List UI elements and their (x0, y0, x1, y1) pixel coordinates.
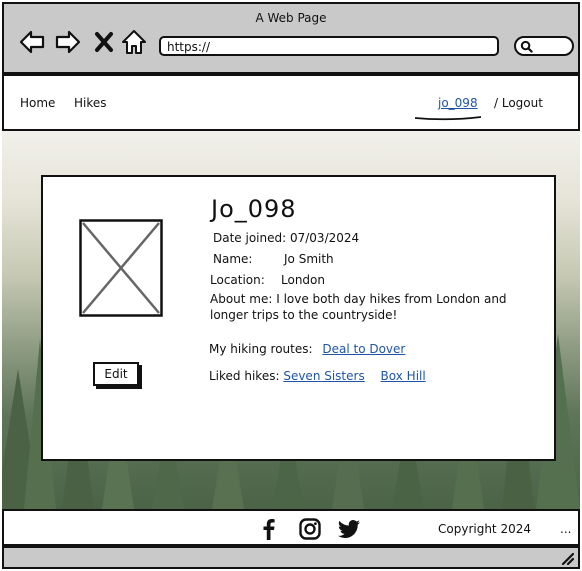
date-joined-label: Date joined: (213, 231, 287, 245)
nav-home-link[interactable]: Home (20, 96, 55, 110)
window-title: A Web Page (255, 11, 327, 25)
active-underline (414, 116, 482, 121)
profile-image-placeholder (79, 219, 163, 317)
facebook-icon[interactable] (257, 517, 281, 541)
site-footer: Copyright 2024 ... (2, 509, 580, 546)
liked-hikes-row: Liked hikes: Seven Sisters Box Hill (209, 369, 426, 383)
footer-more: ... (560, 522, 572, 536)
routes-row: My hiking routes: Deal to Dover (209, 342, 405, 356)
name-value: Jo Smith (284, 252, 334, 266)
name-row: Name: Jo Smith (213, 252, 334, 266)
search-box[interactable] (514, 36, 574, 56)
location-row: Location: London (210, 273, 325, 287)
date-joined-row: Date joined: 07/03/2024 (213, 231, 359, 245)
twitter-icon[interactable] (337, 517, 361, 541)
about-line-1: About me: I love both day hikes from Lon… (210, 292, 507, 306)
profile-username: Jo_098 (211, 195, 297, 223)
location-value: London (281, 273, 325, 287)
location-label: Location: (210, 273, 265, 287)
liked-hike-link[interactable]: Seven Sisters (283, 369, 364, 383)
nav-logout-link[interactable]: / Logout (494, 96, 543, 110)
address-bar[interactable]: https:// (159, 36, 499, 56)
name-label: Name: (213, 252, 253, 266)
close-x-icon[interactable] (90, 28, 118, 56)
site-header: Home Hikes jo_098 / Logout (2, 74, 580, 131)
resize-grip-icon[interactable] (560, 551, 574, 565)
liked-hikes-label: Liked hikes: (209, 369, 280, 383)
route-link[interactable]: Deal to Dover (322, 342, 405, 356)
browser-status-bar (2, 546, 580, 569)
search-icon (520, 40, 533, 53)
instagram-icon[interactable] (298, 517, 322, 541)
copyright-text: Copyright 2024 (438, 522, 531, 536)
liked-hike-link[interactable]: Box Hill (381, 369, 426, 383)
edit-profile-button[interactable]: Edit (93, 362, 139, 386)
nav-user-link[interactable]: jo_098 (438, 96, 478, 110)
date-joined-value: 07/03/2024 (289, 231, 360, 245)
address-text: https:// (167, 40, 211, 54)
nav-hikes-link[interactable]: Hikes (74, 96, 107, 110)
routes-label: My hiking routes: (209, 342, 313, 356)
forward-arrow-icon[interactable] (54, 28, 82, 56)
about-line-2: longer trips to the countryside! (210, 308, 398, 322)
browser-chrome: A Web Page https:// (2, 2, 580, 74)
back-arrow-icon[interactable] (18, 28, 46, 56)
home-icon[interactable] (120, 28, 148, 56)
profile-card: Edit Jo_098 Date joined: 07/03/2024 Name… (41, 175, 556, 461)
